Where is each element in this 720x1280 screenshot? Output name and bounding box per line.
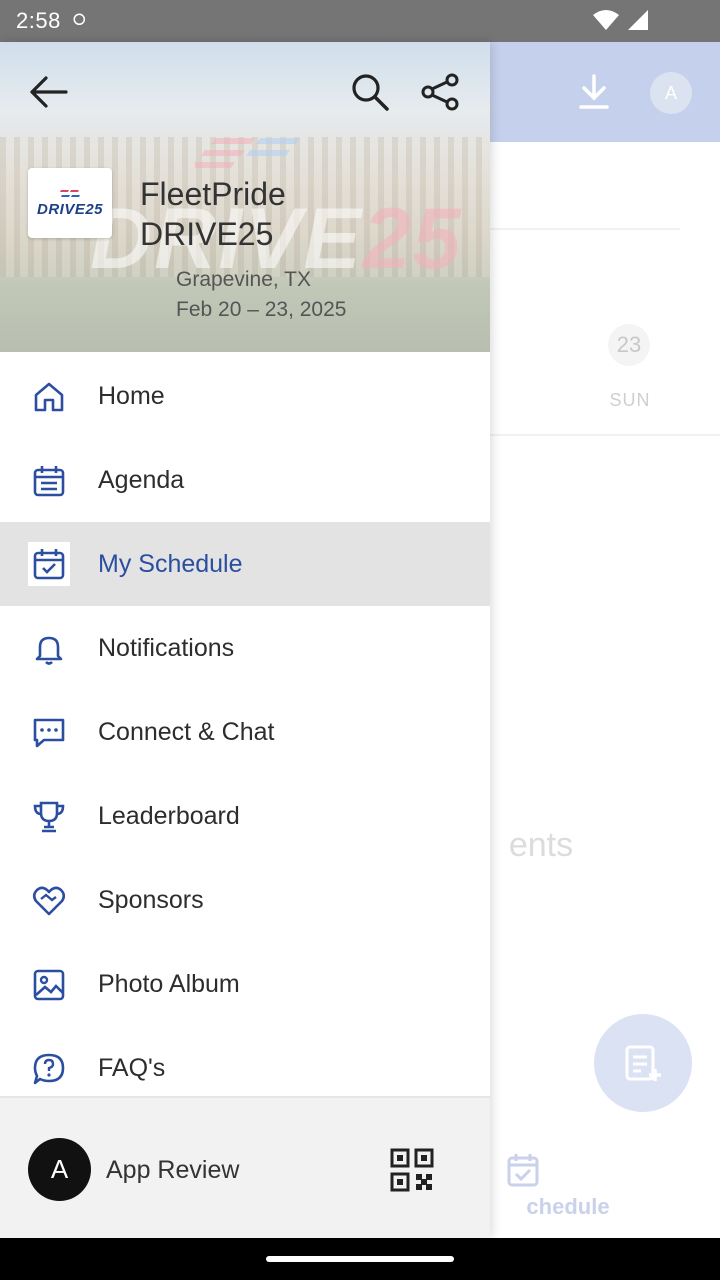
add-note-icon: [625, 1045, 661, 1081]
status-icons: [592, 8, 650, 32]
calendar-check-icon: [507, 1154, 539, 1187]
menu-item-agenda[interactable]: Agenda: [0, 438, 490, 522]
home-gesture-handle[interactable]: [266, 1256, 454, 1262]
navigation-drawer: DRIVE25 DRIVE25 FleetPride DRIVE25 Grape…: [0, 42, 490, 1238]
menu-item-sponsors[interactable]: Sponsors: [0, 858, 490, 942]
qr-code-icon[interactable]: [390, 1148, 434, 1192]
empty-state-fragment: ents: [508, 826, 574, 864]
drawer-menu: Home Agenda My Schedule Notifications Co…: [0, 354, 490, 1110]
menu-label: Photo Album: [98, 969, 240, 998]
date-chip[interactable]: 23: [608, 324, 650, 366]
menu-label: FAQ's: [98, 1053, 166, 1082]
divider: [490, 434, 720, 436]
menu-item-my-schedule[interactable]: My Schedule: [0, 522, 490, 606]
profile-avatar[interactable]: A: [650, 72, 692, 114]
drawer-footer: A App Review: [0, 1096, 490, 1238]
event-logo: DRIVE25: [28, 168, 112, 238]
divider: [490, 228, 680, 230]
menu-label: Agenda: [98, 465, 185, 494]
menu-label: Notifications: [98, 633, 235, 662]
menu-label: Leaderboard: [98, 801, 240, 830]
logo-text: DRIVE25: [36, 200, 104, 218]
menu-item-connect-chat[interactable]: Connect & Chat: [0, 690, 490, 774]
user-name[interactable]: App Review: [106, 1156, 239, 1185]
day-label: SUN: [609, 390, 651, 410]
chat-icon: [30, 715, 68, 751]
download-icon[interactable]: [576, 72, 612, 112]
drawer-header: DRIVE25 DRIVE25 FleetPride DRIVE25 Grape…: [0, 42, 490, 352]
status-bar: 2:58 ⭘: [0, 0, 720, 42]
event-location: Grapevine, TX: [176, 268, 312, 291]
menu-label: Sponsors: [98, 885, 204, 914]
event-title: FleetPride DRIVE25: [140, 176, 286, 252]
event-dates: Feb 20 – 23, 2025: [176, 298, 347, 321]
menu-item-leaderboard[interactable]: Leaderboard: [0, 774, 490, 858]
menu-label: My Schedule: [98, 549, 243, 578]
question-icon: [30, 1051, 68, 1087]
notification-indicator-icon: ⭘: [72, 12, 86, 29]
system-navigation-bar: [0, 1238, 720, 1280]
heart-handshake-icon: [30, 883, 68, 919]
home-icon: [30, 379, 68, 415]
status-time: 2:58: [16, 8, 61, 33]
trophy-icon: [30, 799, 68, 835]
menu-item-home[interactable]: Home: [0, 354, 490, 438]
share-network-icon[interactable]: [420, 72, 462, 112]
menu-item-notifications[interactable]: Notifications: [0, 606, 490, 690]
add-schedule-button[interactable]: [594, 1014, 692, 1112]
back-arrow-icon[interactable]: [26, 72, 70, 112]
bell-icon: [30, 631, 68, 667]
calendar-check-icon: [28, 542, 70, 586]
menu-item-photo-album[interactable]: Photo Album: [0, 942, 490, 1026]
wifi-icon: [593, 10, 619, 30]
tab-my-schedule[interactable]: chedule: [470, 1152, 630, 1220]
agenda-icon: [30, 463, 68, 499]
menu-label: Home: [98, 381, 165, 410]
image-icon: [30, 967, 68, 1003]
search-icon[interactable]: [350, 72, 390, 112]
logo-stripes-icon: [60, 189, 80, 197]
menu-label: Connect & Chat: [98, 717, 275, 746]
user-avatar[interactable]: A: [28, 1138, 91, 1201]
signal-icon: [628, 10, 648, 30]
tab-label: chedule: [526, 1194, 610, 1219]
